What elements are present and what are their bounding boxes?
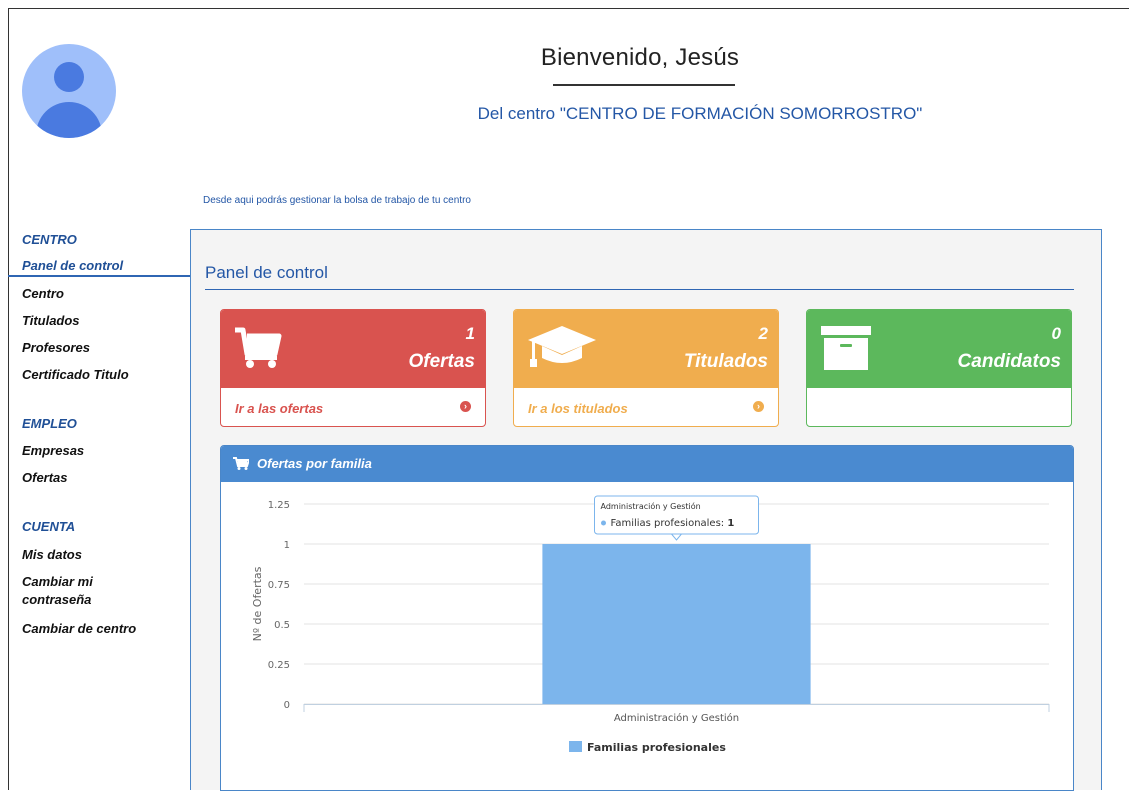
card-ofertas-footer[interactable]: Ir a las ofertas › [221,388,485,426]
y-tick-label: 1.25 [268,500,290,511]
y-tick-label: 0.5 [274,620,290,631]
graduation-cap-icon [528,326,596,367]
card-candidatos[interactable]: 0 Candidatos [806,309,1072,427]
card-titulados-label: Titulados [683,351,768,372]
main-panel: Panel de control 1 Ofertas Ir a las ofer… [190,229,1102,791]
sidebar-item-centro[interactable]: Centro [22,285,172,303]
sidebar-item-titulados[interactable]: Titulados [22,312,172,330]
sidebar-item-profesores[interactable]: Profesores [22,339,172,357]
sidebar-heading-empleo: EMPLEO [22,416,77,431]
sidebar-item-certificado-titulo[interactable]: Certificado Titulo [22,366,172,384]
sidebar-item-panel-de-control[interactable]: Panel de control [22,257,172,275]
user-avatar [22,44,116,138]
intro-text: Desde aqui podrás gestionar la bolsa de … [203,195,471,206]
avatar-shoulders [36,102,102,138]
card-titulados-footer[interactable]: Ir a los titulados › [514,388,778,426]
centro-name: Del centro "CENTRO DE FORMACIÓN SOMORROS… [477,104,923,123]
shopping-cart-icon [235,327,282,368]
bar-chart: 0 0.25 0.5 0.75 1 1.25 Nº de Ofertas Administra… [251,495,1050,754]
archive-box-icon [821,326,871,370]
tooltip-pointer [670,533,683,541]
legend-label: Familias profesionales [587,741,726,754]
card-titulados-header: 2 Titulados [514,310,778,388]
avatar-head [54,62,84,92]
y-tick-label: 1 [284,540,290,551]
page-title: Panel de control [205,263,328,282]
titulados-link[interactable]: Ir a los titulados [528,401,628,416]
arrow-right-circle-icon[interactable]: › [460,401,471,412]
sidebar-item-cambiar-contrasena[interactable]: Cambiar mi contraseña [22,573,142,609]
card-ofertas[interactable]: 1 Ofertas Ir a las ofertas › [220,309,486,427]
tooltip-value: 1 [727,518,734,529]
welcome-underline [553,84,735,86]
shopping-cart-icon [233,457,249,470]
card-candidatos-header: 0 Candidatos [807,310,1071,388]
chart-panel-header: Ofertas por familia [221,446,1073,482]
card-titulados[interactable]: 2 Titulados Ir a los titulados › [513,309,779,427]
welcome-heading: Bienvenido, Jesús [540,44,740,71]
page-title-underline [205,289,1074,290]
card-ofertas-header: 1 Ofertas [221,310,485,388]
sidebar-heading-centro: CENTRO [22,232,77,247]
y-tick-label: 0 [284,700,290,711]
tooltip-series-dot [601,520,606,526]
sidebar-item-cambiar-de-centro[interactable]: Cambiar de centro [22,620,172,638]
y-axis-label: Nº de Ofertas [251,566,264,641]
legend-swatch [569,741,582,752]
sidebar-item-mis-datos[interactable]: Mis datos [22,546,172,564]
sidebar-heading-cuenta: CUENTA [22,519,76,534]
card-ofertas-count: 1 [465,324,475,343]
card-candidatos-count: 0 [1051,324,1061,343]
x-tick-label: Administración y Gestión [614,712,739,724]
card-candidatos-label: Candidatos [957,351,1061,372]
sidebar-item-ofertas[interactable]: Ofertas [22,469,172,487]
card-titulados-count: 2 [758,324,768,343]
bar [542,544,811,704]
card-candidatos-footer [807,388,1071,426]
sidebar-item-empresas[interactable]: Empresas [22,442,172,460]
sidebar-active-indicator [8,275,190,277]
card-ofertas-label: Ofertas [408,351,475,372]
y-tick-label: 0.75 [268,580,290,591]
tooltip-title: Administración y Gestión [601,501,701,511]
arrow-right-circle-icon[interactable]: › [753,401,764,412]
ofertas-link[interactable]: Ir a las ofertas [235,401,323,416]
tooltip-series-text: Familias profesionales: 1 [611,518,735,529]
chart-panel-ofertas-por-familia: Ofertas por familia 0 0.25 0.5 0.75 1 1.25 Nº … [220,445,1074,791]
y-tick-label: 0.25 [268,660,290,671]
chart-panel-title: Ofertas por familia [257,456,372,471]
